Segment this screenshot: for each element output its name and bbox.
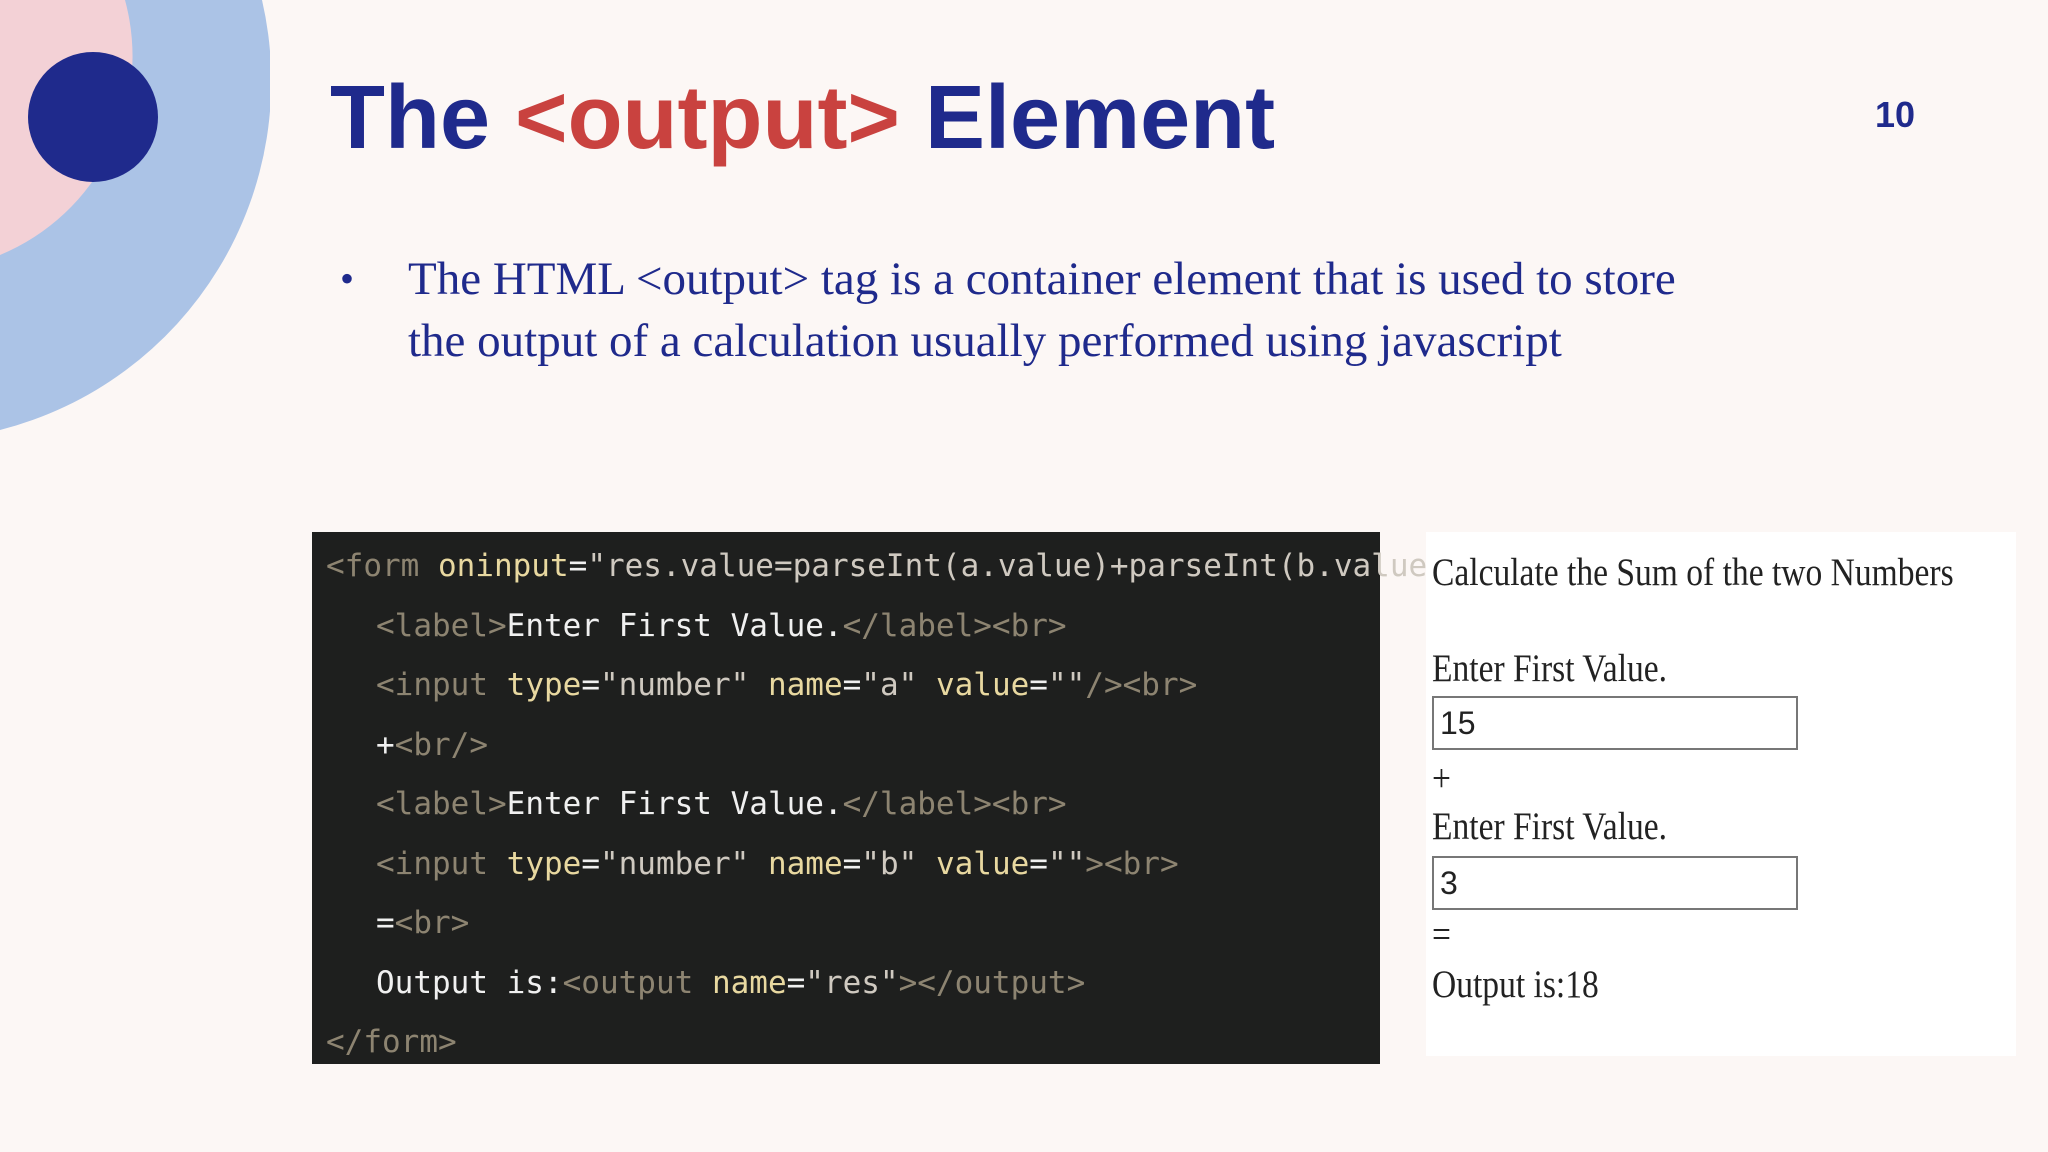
code-token: Enter First Value. bbox=[506, 607, 843, 644]
code-line-6: <input type="number" name="b" value=""><… bbox=[312, 844, 1380, 904]
bullet-text: The HTML <output> tag is a container ele… bbox=[408, 253, 1676, 367]
code-line-9: </form> bbox=[312, 1022, 1380, 1082]
first-number-input[interactable]: 15 bbox=[1432, 696, 1798, 750]
bullet-dot-icon: • bbox=[340, 256, 355, 301]
code-token: type bbox=[506, 845, 582, 882]
second-number-input[interactable]: 3 bbox=[1432, 856, 1798, 910]
title-suffix: Element bbox=[899, 68, 1276, 168]
bullet-item: • The HTML <output> tag is a container e… bbox=[340, 248, 1740, 372]
code-token: <input bbox=[376, 845, 507, 882]
code-token: <input bbox=[376, 667, 507, 703]
code-token: <form bbox=[326, 548, 438, 584]
code-token: Output is: bbox=[376, 964, 563, 1001]
code-token: "number" bbox=[599, 845, 750, 882]
demo-heading: Calculate the Sum of the two Numbers bbox=[1432, 551, 1954, 594]
decorative-arcs bbox=[0, 0, 270, 430]
code-token: <label> bbox=[376, 786, 507, 822]
code-token: "number" bbox=[599, 667, 750, 703]
code-token: name bbox=[767, 667, 843, 703]
code-token: "a" bbox=[861, 667, 918, 703]
second-value-label: Enter First Value. bbox=[1432, 805, 1668, 848]
plus-sign: + bbox=[1432, 757, 1451, 800]
code-token: = bbox=[786, 964, 806, 1001]
first-value-label: Enter First Value. bbox=[1432, 647, 1668, 690]
code-token: = bbox=[842, 667, 862, 703]
title-tag: <output> bbox=[515, 68, 900, 168]
code-line-8: Output is:<output name="res"></output> bbox=[312, 963, 1380, 1023]
code-token: <br/> bbox=[394, 726, 488, 763]
code-token: </label><br> bbox=[842, 607, 1067, 644]
code-token: type bbox=[506, 667, 582, 703]
code-token: = bbox=[1029, 667, 1048, 703]
code-token: /><br> bbox=[1085, 667, 1198, 703]
code-token: = bbox=[568, 548, 588, 584]
code-token: </form> bbox=[326, 1024, 457, 1060]
circle-decoration bbox=[28, 52, 158, 182]
equals-sign: = bbox=[1432, 913, 1451, 956]
code-line-4: +<br/> bbox=[312, 725, 1380, 785]
code-token: ><br> bbox=[1085, 845, 1179, 882]
code-token: <output bbox=[562, 964, 712, 1001]
code-token: <label> bbox=[376, 607, 507, 644]
code-token: + bbox=[376, 726, 395, 763]
code-line-1: <form oninput="res.value=parseInt(a.valu… bbox=[312, 546, 1502, 606]
code-token: oninput bbox=[437, 548, 569, 584]
code-token: value bbox=[935, 845, 1030, 882]
code-line-2: <label>Enter First Value.</label><br> bbox=[312, 606, 1380, 666]
code-token: "res.value=parseInt(a.value)+parseInt(b.… bbox=[587, 548, 1484, 584]
code-token: = bbox=[376, 905, 395, 941]
code-token: = bbox=[1029, 845, 1048, 882]
code-token: "" bbox=[1047, 845, 1086, 882]
code-token: "" bbox=[1047, 667, 1086, 703]
slide-title: The <output> Element bbox=[330, 68, 1275, 168]
page-number: 10 bbox=[1875, 94, 1916, 135]
code-snippet: <form oninput="res.value=parseInt(a.valu… bbox=[312, 532, 1502, 1064]
output-line: Output is:18 bbox=[1432, 962, 1599, 1007]
title-prefix: The bbox=[330, 68, 516, 168]
code-token: Enter First Value. bbox=[506, 786, 843, 822]
code-line-7: =<br> bbox=[312, 903, 1380, 963]
code-token: "res" bbox=[805, 964, 899, 1001]
code-token: = bbox=[581, 845, 600, 882]
code-token: = bbox=[581, 667, 600, 703]
code-token: "b" bbox=[861, 845, 918, 882]
demo-form-preview: Calculate the Sum of the two Numbers Ent… bbox=[1426, 532, 2016, 1056]
output-label: Output is: bbox=[1432, 963, 1566, 1006]
code-token: <br> bbox=[394, 905, 470, 941]
output-value: 18 bbox=[1565, 963, 1599, 1006]
code-token: name bbox=[711, 964, 787, 1001]
code-token: </label><br> bbox=[842, 786, 1067, 822]
code-token: name bbox=[767, 845, 843, 882]
code-token: value bbox=[935, 667, 1030, 703]
code-line-5: <label>Enter First Value.</label><br> bbox=[312, 784, 1380, 844]
code-token: = bbox=[842, 845, 862, 882]
code-line-3: <input type="number" name="a" value=""/>… bbox=[312, 665, 1380, 725]
code-token: ></output> bbox=[898, 964, 1086, 1001]
